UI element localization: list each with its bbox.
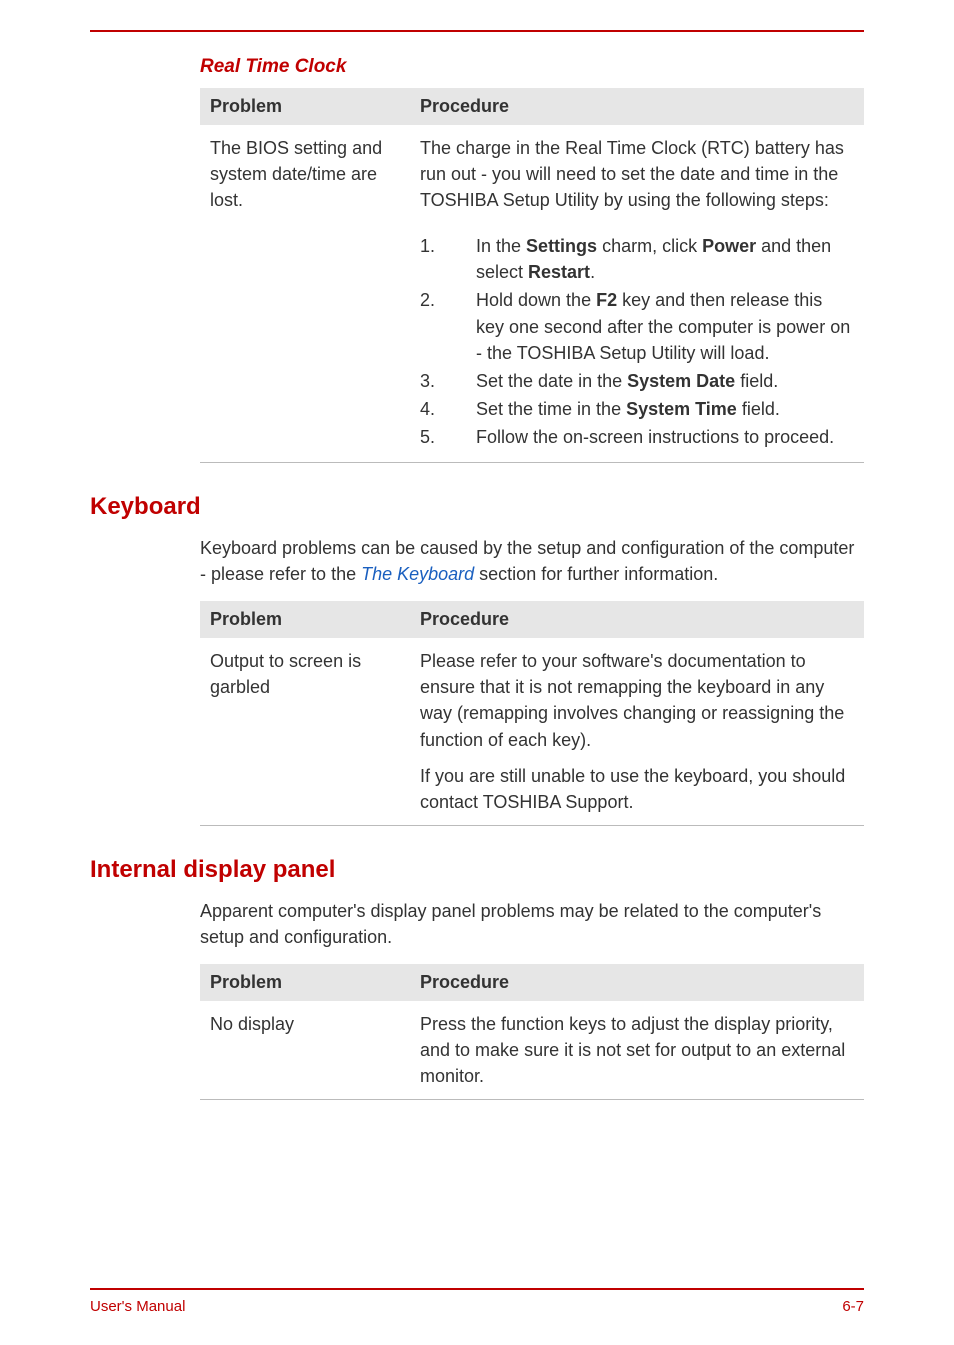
t: F2 [596,290,617,310]
t: Power [702,236,756,256]
display-table-head: Problem Procedure [200,964,864,1001]
t: field. [737,399,780,419]
step-text: Hold down the F2 key and then release th… [476,290,850,362]
keyboard-heading: Keyboard [90,493,864,521]
step-number: 3. [420,368,460,394]
col-header-procedure: Procedure [410,88,864,125]
step-number: 5. [420,424,460,450]
col-header-procedure: Procedure [410,601,864,638]
list-item: 2. Hold down the F2 key and then release… [448,287,854,365]
footer-right: 6-7 [842,1298,864,1315]
display-heading: Internal display panel [90,856,864,884]
col-header-procedure: Procedure [410,964,864,1001]
step-number: 4. [420,396,460,422]
t: Set the time in the [476,399,626,419]
step-text: In the Settings charm, click Power and t… [476,236,831,282]
t: System Time [626,399,737,419]
table-row: The BIOS setting and system date/time ar… [200,125,864,223]
step-number: 1. [420,233,460,259]
rtc-procedure-steps: 1. In the Settings charm, click Power an… [410,223,864,462]
empty-cell [200,223,410,462]
t: Settings [526,236,597,256]
proc-text: Press the function keys to adjust the di… [420,1011,854,1089]
col-header-problem: Problem [200,964,410,1001]
display-intro: Apparent computer's display panel proble… [200,898,864,950]
proc-text: Please refer to your software's document… [420,648,854,752]
step-text: Set the time in the System Time field. [476,399,780,419]
display-problem-cell: No display [200,1001,410,1100]
keyboard-table-head: Problem Procedure [200,601,864,638]
footer-left: User's Manual [90,1298,185,1315]
rtc-table: Problem Procedure The BIOS setting and s… [200,88,864,463]
keyboard-intro: Keyboard problems can be caused by the s… [200,535,864,587]
rtc-heading: Real Time Clock [200,56,864,78]
step-number: 2. [420,287,460,313]
t: section for further information. [474,564,718,584]
display-procedure-cell: Press the function keys to adjust the di… [410,1001,864,1100]
rtc-problem-cell: The BIOS setting and system date/time ar… [200,125,410,223]
proc-text: If you are still unable to use the keybo… [420,763,854,815]
col-header-problem: Problem [200,88,410,125]
page-footer: User's Manual 6-7 [90,1288,864,1315]
top-rule [90,30,864,32]
t: charm, click [597,236,702,256]
t: . [590,262,595,282]
list-item: 4. Set the time in the System Time field… [448,396,854,422]
keyboard-problem-cell: Output to screen is garbled [200,638,410,825]
step-text: Set the date in the System Date field. [476,371,778,391]
keyboard-procedure-cell: Please refer to your software's document… [410,638,864,825]
list-item: 3. Set the date in the System Date field… [448,368,854,394]
rtc-procedure-intro: The charge in the Real Time Clock (RTC) … [410,125,864,223]
t: Restart [528,262,590,282]
keyboard-link[interactable]: The Keyboard [361,564,474,584]
t: In the [476,236,526,256]
t: System Date [627,371,735,391]
col-header-problem: Problem [200,601,410,638]
t: Set the date in the [476,371,627,391]
table-row: Output to screen is garbled Please refer… [200,638,864,825]
list-item: 5. Follow the on-screen instructions to … [448,424,854,450]
list-item: 1. In the Settings charm, click Power an… [448,233,854,285]
keyboard-table: Problem Procedure Output to screen is ga… [200,601,864,826]
table-row: No display Press the function keys to ad… [200,1001,864,1100]
t: Hold down the [476,290,596,310]
display-table: Problem Procedure No display Press the f… [200,964,864,1100]
table-row: 1. In the Settings charm, click Power an… [200,223,864,462]
rtc-table-head: Problem Procedure [200,88,864,125]
t: field. [735,371,778,391]
step-text: Follow the on-screen instructions to pro… [476,427,834,447]
